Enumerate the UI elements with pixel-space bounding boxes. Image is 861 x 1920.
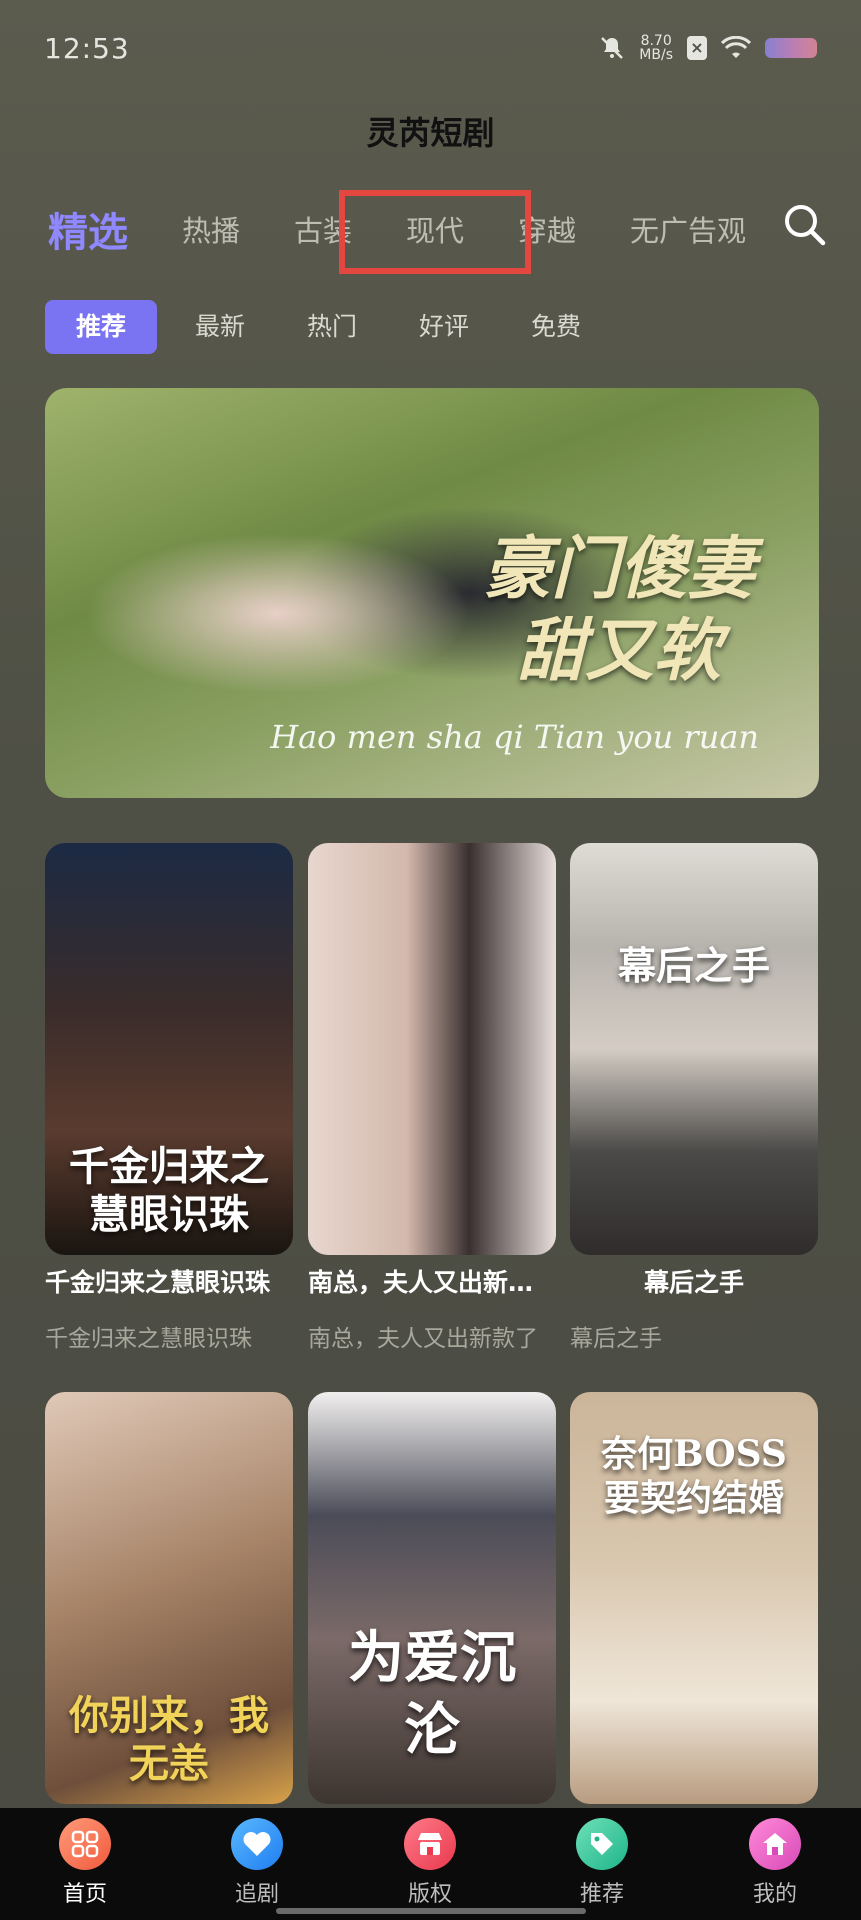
subtab-haoping[interactable]: 好评 [409, 300, 479, 354]
nav-zhuiju[interactable]: 追剧 [197, 1818, 317, 1908]
wifi-icon [721, 36, 751, 58]
status-icons: 8.70 MB/s × [599, 34, 817, 62]
drama-title: 千金归来之慧眼识珠 [45, 1268, 271, 1297]
search-icon[interactable] [782, 202, 826, 246]
nav-banquan[interactable]: 版权 [370, 1818, 490, 1908]
banner-pinyin: Hao men sha qi Tian you ruan [270, 718, 759, 756]
poster-title: 幕后之手 [617, 943, 770, 988]
battery-icon [765, 38, 817, 58]
subtab-zuixin[interactable]: 最新 [185, 300, 255, 354]
tab-jingxuan[interactable]: 精选 [48, 200, 128, 258]
featured-banner[interactable]: 豪门傻妻 甜又软 Hao men sha qi Tian you ruan [45, 388, 819, 798]
drama-card[interactable]: 千金归来之慧眼识珠 千金归来之慧眼识珠 千金归来之慧眼识珠 [45, 843, 293, 1353]
net-speed-unit: MB/s [639, 47, 673, 63]
drama-subtitle: 南总，夫人又出新款了 [308, 1326, 538, 1352]
drama-poster[interactable]: 千金归来之慧眼识珠 [45, 843, 293, 1255]
poster-title: 千金归来之慧眼识珠 [69, 1143, 269, 1238]
heart-icon [231, 1818, 283, 1870]
house-icon [749, 1818, 801, 1870]
sim-off-icon: × [687, 36, 707, 60]
nav-label: 版权 [407, 1882, 452, 1907]
home-indicator[interactable] [276, 1908, 586, 1914]
tag-icon [576, 1818, 628, 1870]
status-time: 12:53 [44, 32, 130, 65]
poster-title: 为爱沉沦 [348, 1625, 516, 1763]
drama-poster[interactable] [308, 843, 556, 1255]
drama-poster[interactable]: 奈何BOSS要契约结婚 [570, 1392, 818, 1804]
store-icon [404, 1818, 456, 1870]
poster-title: 奈何BOSS要契约结婚 [601, 1433, 787, 1519]
app-title: 灵芮短剧 [366, 114, 495, 152]
nav-label: 追剧 [234, 1882, 279, 1907]
nav-home[interactable]: 首页 [25, 1818, 145, 1908]
drama-card[interactable]: 幕后之手 幕后之手 幕后之手 [570, 843, 818, 1353]
subtab-mianfei[interactable]: 免费 [521, 300, 591, 354]
drama-poster[interactable]: 你别来，我无恙 [45, 1392, 293, 1804]
bottom-nav: 首页 追剧 版权 推荐 我的 [0, 1808, 861, 1920]
net-speed: 8.70 MB/s [639, 34, 673, 62]
nav-wode[interactable]: 我的 [715, 1818, 835, 1908]
drama-title: 幕后之手 [643, 1268, 744, 1297]
banner-title: 豪门傻妻 甜又软 [459, 528, 779, 692]
highlight-box [339, 190, 531, 274]
nav-label: 推荐 [579, 1882, 624, 1907]
subtab-tuijian[interactable]: 推荐 [45, 300, 157, 354]
tab-rebo[interactable]: 热播 [182, 208, 240, 250]
home-grid-icon [59, 1818, 111, 1870]
mute-icon [601, 37, 624, 59]
nav-tuijian[interactable]: 推荐 [542, 1818, 662, 1908]
drama-card[interactable]: 奈何BOSS要契约结婚 [570, 1392, 818, 1812]
net-speed-value: 8.70 [640, 33, 672, 49]
nav-label: 我的 [752, 1882, 797, 1907]
drama-title: 南总，夫人又出新… [308, 1268, 534, 1297]
subtab-remen[interactable]: 热门 [297, 300, 367, 354]
sub-tabs: 推荐 最新 热门 好评 免费 [45, 300, 825, 354]
nav-label: 首页 [62, 1882, 107, 1907]
drama-card[interactable]: 为爱沉沦 [308, 1392, 556, 1812]
banner-title-line1: 豪门傻妻 [482, 529, 755, 609]
poster-title: 你别来，我无恙 [69, 1692, 269, 1787]
drama-card[interactable]: 南总，夫人又出新… 南总，夫人又出新款了 [308, 843, 556, 1353]
drama-poster[interactable]: 为爱沉沦 [308, 1392, 556, 1804]
banner-title-line2: 甜又软 [516, 611, 721, 691]
drama-poster[interactable]: 幕后之手 [570, 843, 818, 1255]
drama-subtitle: 幕后之手 [570, 1326, 662, 1352]
drama-subtitle: 千金归来之慧眼识珠 [45, 1326, 252, 1352]
status-bar: 12:53 8.70 MB/s × [0, 0, 861, 100]
drama-card[interactable]: 你别来，我无恙 [45, 1392, 293, 1812]
tab-wuguanggao[interactable]: 无广告观 [630, 208, 746, 250]
